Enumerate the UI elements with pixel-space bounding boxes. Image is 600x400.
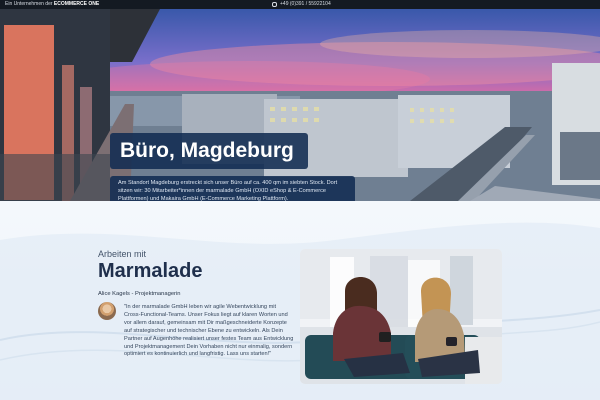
two-women-photo-illustration xyxy=(300,249,502,384)
author-avatar xyxy=(98,302,116,320)
city-panorama-illustration xyxy=(0,9,600,201)
testimonial-quote: "In der marmalade GmbH leben wir agile W… xyxy=(124,304,294,358)
section-kicker: Arbeiten mit xyxy=(98,249,147,259)
author-name: Alice Kagels - Projektmanagerin xyxy=(98,291,181,297)
company-prefix: Ein Unternehmen der xyxy=(5,1,53,7)
phone-icon xyxy=(272,2,277,7)
section-heading: Marmalade xyxy=(98,260,203,282)
hero-office-image xyxy=(0,9,600,201)
phone-contact[interactable]: +49 (0)391 / 55922104 xyxy=(272,0,331,9)
company-name-link[interactable]: ECOMMERCE ONE xyxy=(54,1,99,7)
page-title: Büro, Magdeburg xyxy=(120,139,294,162)
phone-number[interactable]: +49 (0)391 / 55922104 xyxy=(280,0,331,9)
hero-title-box: Büro, Magdeburg xyxy=(110,133,308,169)
team-photo xyxy=(300,249,502,384)
company-line: Ein Unternehmen der ECOMMERCE ONE xyxy=(5,0,99,9)
top-bar: Ein Unternehmen der ECOMMERCE ONE +49 (0… xyxy=(0,0,600,9)
